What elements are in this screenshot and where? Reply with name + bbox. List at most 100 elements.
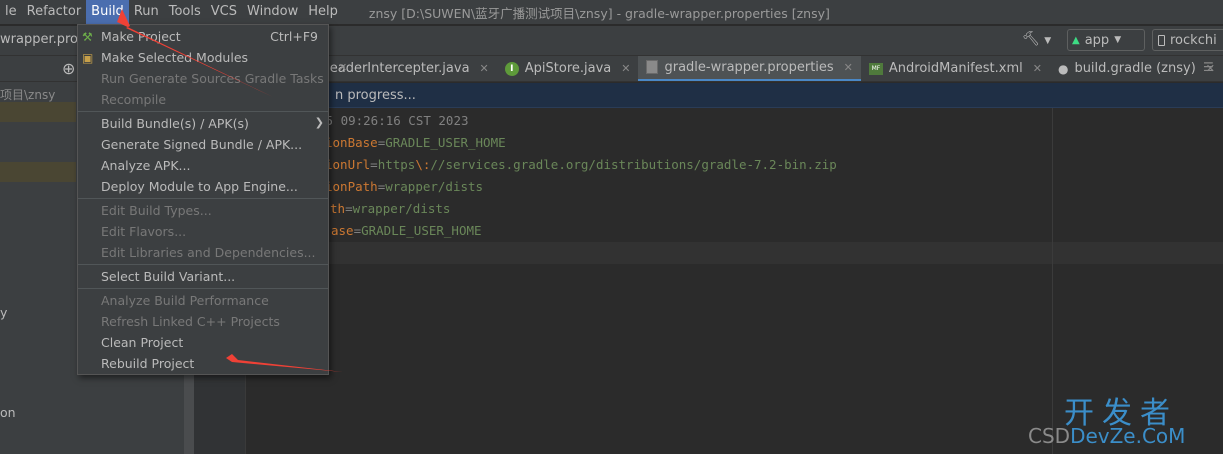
close-icon[interactable]: ✕ <box>621 62 630 75</box>
tree-item-fragment[interactable]: on <box>0 405 16 420</box>
scrollbar[interactable] <box>184 372 194 454</box>
build-dropdown-menu: ⚒ Make Project Ctrl+F9 ▣ Make Selected Modul… <box>77 24 329 375</box>
menu-vcs[interactable]: VCS <box>206 0 242 24</box>
close-icon[interactable]: ✕ <box>480 62 489 75</box>
close-icon[interactable]: ✕ <box>1033 62 1042 75</box>
code-token: ionBase <box>325 135 378 150</box>
module-icon: ▣ <box>82 51 94 65</box>
code-token: GRADLE_USER_HOME <box>361 223 482 238</box>
code-token: GRADLE_USER_HOME <box>385 135 506 150</box>
android-icon: ▲ <box>1072 34 1080 46</box>
code-line: ionBase=GRADLE_USER_HOME <box>325 135 506 150</box>
menu-item-clean-project[interactable]: Clean Project <box>78 333 328 354</box>
device-selector[interactable]: rockchi <box>1152 29 1223 51</box>
manifest-icon: MF <box>868 62 883 75</box>
tree-item-fragment[interactable]: y <box>0 305 7 320</box>
chevron-down-icon: ▼ <box>1044 36 1052 46</box>
menu-item-refresh-linked-c-projects[interactable]: Refresh Linked C++ Projects <box>78 312 328 333</box>
menu-item-label: Clean Project <box>101 335 184 350</box>
menu-bar: le Refactor Build Run Tools VCS Window H… <box>0 0 1223 24</box>
code-token: ase <box>331 223 354 238</box>
code-token: = <box>345 201 353 216</box>
menu-item-rebuild-project[interactable]: Rebuild Project <box>78 354 328 375</box>
menu-item-deploy-module-to-app-engine[interactable]: Deploy Module to App Engine... <box>78 177 328 198</box>
code-token: https <box>377 157 416 172</box>
menu-item-analyze-apk[interactable]: Analyze APK... <box>78 156 328 177</box>
menu-item-run-generate-sources-gradle-tasks[interactable]: Run Generate Sources Gradle Tasks <box>78 69 328 90</box>
menu-item-build-bundle-s-apk-s[interactable]: Build Bundle(s) / APK(s) ❯ <box>78 114 328 135</box>
menu-item-recompile[interactable]: Recompile <box>78 90 328 111</box>
navigation-breadcrumb[interactable]: wrapper.prop <box>0 32 86 47</box>
code-token: wrapper/dists <box>385 179 484 194</box>
caret-line-highlight <box>247 242 1223 264</box>
menu-item-select-build-variant[interactable]: Select Build Variant... <box>78 267 328 288</box>
menu-item-label: Analyze Build Performance <box>101 293 269 308</box>
tab-android-manifest[interactable]: MF AndroidManifest.xml ✕ <box>861 56 1050 81</box>
menu-item-label: Edit Libraries and Dependencies... <box>101 245 316 260</box>
tab-gradle-wrapper-properties[interactable]: gradle-wrapper.properties ✕ <box>638 56 861 81</box>
right-margin-guide <box>1052 108 1053 454</box>
tabs-overflow-icon[interactable]: ☰ <box>1203 60 1214 74</box>
menu-refactor[interactable]: Refactor <box>22 0 87 24</box>
menu-tools[interactable]: Tools <box>164 0 206 24</box>
code-line: ionPath=wrapper/dists <box>325 179 483 194</box>
code-line: .5 09:26:16 CST 2023 <box>318 113 469 128</box>
code-token: \: <box>415 157 431 172</box>
code-token: ionPath <box>325 179 378 194</box>
menu-item-generate-signed-bundle-apk[interactable]: Generate Signed Bundle / APK... <box>78 135 328 156</box>
menu-item-label: Rebuild Project <box>101 356 195 371</box>
menu-item-edit-build-types[interactable]: Edit Build Types... <box>78 201 328 222</box>
menu-file[interactable]: le <box>0 0 22 24</box>
code-line: ase=GRADLE_USER_HOME <box>331 223 482 238</box>
menu-help[interactable]: Help <box>303 0 343 24</box>
menu-item-label: Refresh Linked C++ Projects <box>101 314 280 329</box>
editor-tab-bar: C HeaderIntercepter.java ✕ I ApiStore.ja… <box>194 56 1223 82</box>
menu-item-make-project[interactable]: ⚒ Make Project Ctrl+F9 <box>78 27 328 48</box>
device-icon <box>1158 34 1165 46</box>
menu-item-edit-libraries-and-dependencies[interactable]: Edit Libraries and Dependencies... <box>78 243 328 264</box>
chevron-right-icon: ❯ <box>314 116 324 129</box>
project-path: 项目\znsy <box>0 88 56 102</box>
menu-item-label: Generate Signed Bundle / APK... <box>101 137 303 152</box>
tree-row-highlighted[interactable] <box>0 162 76 182</box>
tab-apistore[interactable]: I ApiStore.java ✕ <box>497 56 639 81</box>
code-token: = <box>353 223 362 238</box>
watermark-text: CSDDevZe.CoM <box>1028 424 1185 448</box>
interface-icon: I <box>504 61 519 76</box>
hammer-icon: ⚒ <box>82 30 93 44</box>
menu-item-edit-flavors[interactable]: Edit Flavors... <box>78 222 328 243</box>
menu-item-label: Edit Build Types... <box>101 203 212 218</box>
properties-icon <box>646 60 659 74</box>
menu-build[interactable]: Build <box>86 0 129 24</box>
close-icon[interactable]: ✕ <box>338 61 347 74</box>
menu-item-make-selected-modules[interactable]: ▣ Make Selected Modules <box>78 48 328 69</box>
code-token: ionUrl <box>325 157 371 172</box>
chevron-down-icon: ▼ <box>1114 35 1122 45</box>
build-hammer-button[interactable]: 🔨︎ ▼ <box>1022 31 1058 51</box>
menu-item-label: Analyze APK... <box>101 158 191 173</box>
tree-row-highlighted[interactable] <box>0 102 76 122</box>
watermark-right: DevZe.CoM <box>1070 424 1186 448</box>
menu-separator <box>78 111 328 112</box>
menu-separator <box>78 264 328 265</box>
run-config-label: app <box>1084 32 1110 48</box>
menu-item-label: Make Selected Modules <box>101 50 249 65</box>
gradle-icon: ● <box>1057 61 1069 76</box>
menu-run[interactable]: Run <box>129 0 164 24</box>
code-token: .5 09:26:16 CST 2023 <box>318 113 469 128</box>
window-title: znsy [D:\SUWEN\蓝牙广播测试项目\znsy] - gradle-w… <box>368 5 830 21</box>
menu-item-label: Deploy Module to App Engine... <box>101 179 298 194</box>
crosshair-icon[interactable]: ⊕ <box>62 59 75 78</box>
code-token: = <box>370 157 378 172</box>
menu-item-label: Recompile <box>101 92 167 107</box>
sync-banner-text: n progress... <box>335 88 416 103</box>
menu-item-label: Run Generate Sources Gradle Tasks <box>101 71 324 86</box>
menu-window[interactable]: Window <box>242 0 303 24</box>
code-token: //services.gradle.org/distributions/grad… <box>430 157 837 172</box>
menu-item-analyze-build-performance[interactable]: Analyze Build Performance <box>78 291 328 312</box>
code-token: th <box>330 201 346 216</box>
tab-label: ApiStore.java <box>524 61 612 76</box>
tab-build-gradle[interactable]: ● build.gradle (znsy) ✕ <box>1050 56 1223 81</box>
run-configuration-selector[interactable]: ▲ app ▼ <box>1067 29 1145 51</box>
close-icon[interactable]: ✕ <box>844 61 853 74</box>
